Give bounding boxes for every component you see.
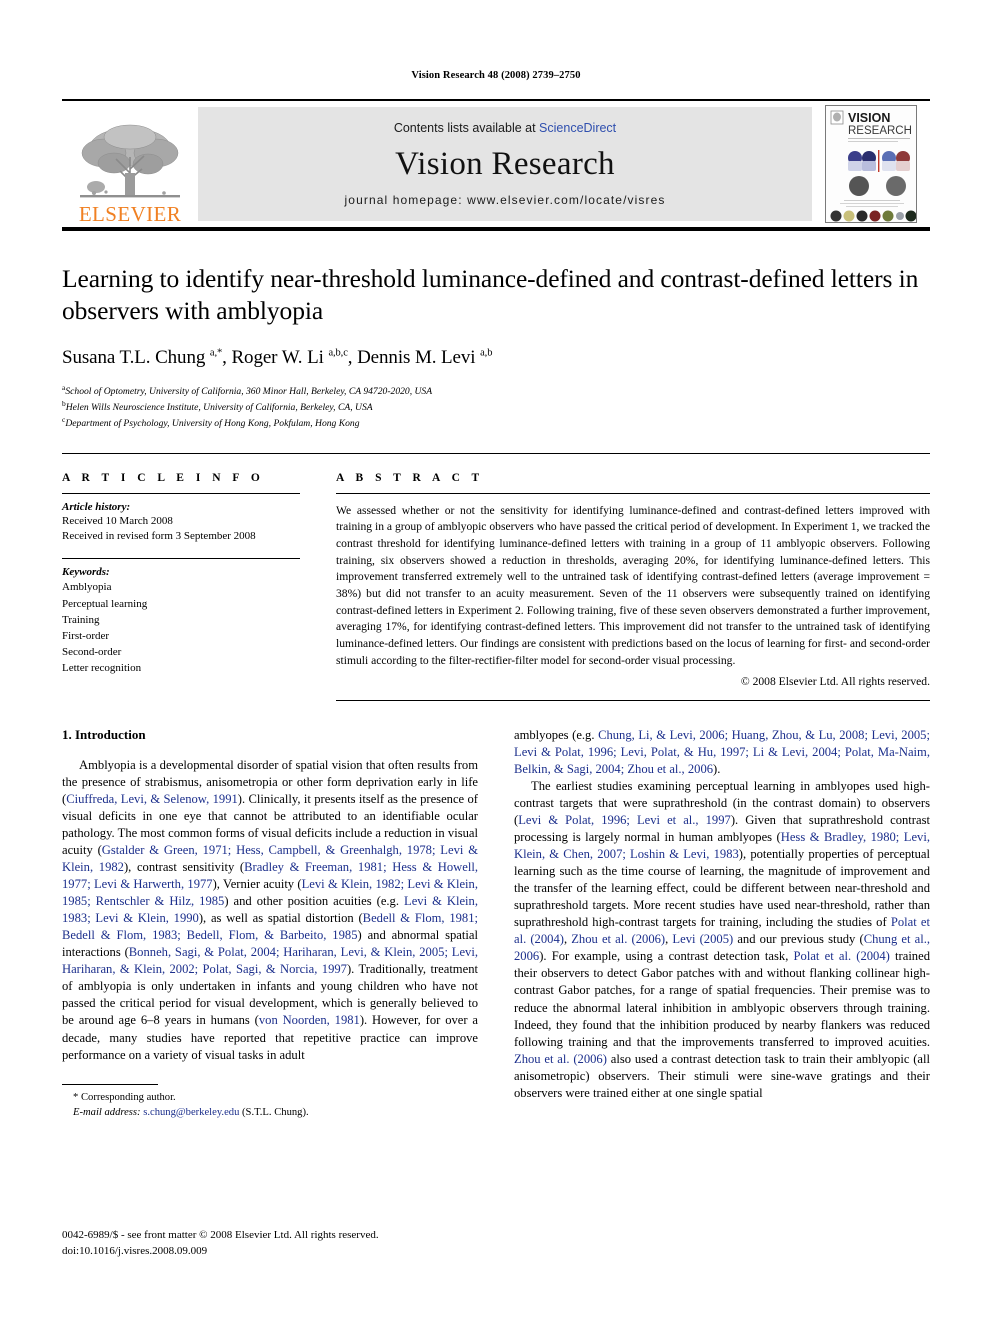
contents-prefix: Contents lists available at [393, 121, 540, 135]
article-history-line-2: Received in revised form 3 September 200… [62, 530, 256, 543]
intro-paragraph-right-2: The earliest studies examining perceptua… [514, 778, 931, 1100]
affiliation-a: aSchool of Optometry, University of Cali… [62, 383, 930, 399]
journal-cover-thumbnail: VISION RESEARCH [825, 105, 917, 223]
journal-banner: Contents lists available at ScienceDirec… [198, 107, 812, 221]
footnote-corresponding-text: Corresponding author. [80, 1091, 176, 1103]
section-heading-introduction: 1. Introduction [62, 726, 146, 742]
journal-cover-thumbnail-wrap: VISION RESEARCH [812, 101, 930, 227]
abstract-bottom-divider [336, 699, 930, 701]
article-history-line-1: Received 10 March 2008 [62, 514, 173, 527]
issn-line: 0042-6989/$ - see front matter © 2008 El… [62, 1229, 379, 1241]
issn-copyright-block: 0042-6989/$ - see front matter © 2008 El… [62, 1228, 379, 1259]
page-title: Learning to identify near-threshold lumi… [62, 264, 919, 326]
article-info-heading: A R T I C L E I N F O [62, 471, 265, 484]
abstract-text: We assessed whether or not the sensitivi… [336, 503, 930, 667]
keywords-group: Keywords: Amblyopia Perceptual learning … [62, 559, 300, 690]
elsevier-tree-icon [80, 124, 180, 198]
keyword-item: Amblyopia [62, 581, 112, 594]
affiliation-list: aSchool of Optometry, University of Cali… [62, 383, 930, 430]
footnote-block: * Corresponding author. E-mail address: … [62, 1083, 478, 1121]
footnote-email-label: E-mail address: [73, 1107, 141, 1118]
affiliation-text-b: Helen Wills Neuroscience Institute, Univ… [65, 402, 373, 414]
affiliation-text-a: School of Optometry, University of Calif… [65, 386, 433, 398]
abstract-copyright: © 2008 Elsevier Ltd. All rights reserved… [740, 674, 930, 688]
title-block: Learning to identify near-threshold lumi… [62, 231, 930, 454]
body-column-right: amblyopes (e.g. Chung, Li, & Levi, 2006;… [514, 727, 930, 1121]
keyword-item: First-order [62, 629, 110, 642]
keyword-item: Second-order [62, 646, 122, 659]
contents-available-line: Contents lists available at ScienceDirec… [394, 121, 616, 135]
keyword-item: Training [62, 613, 100, 626]
footnote-email-suffix: (S.T.L. Chung). [242, 1107, 309, 1118]
journal-masthead: ELSEVIER Contents lists available at Sci… [62, 99, 930, 231]
elsevier-logo: ELSEVIER [62, 101, 198, 227]
affiliation-c: cDepartment of Psychology, University of… [62, 415, 930, 431]
keywords-label: Keywords: [62, 566, 110, 579]
elsevier-wordmark: ELSEVIER [78, 202, 182, 226]
footnote-corresponding-author: * Corresponding author. [62, 1090, 478, 1105]
intro-paragraph-right-continuation: amblyopes (e.g. Chung, Li, & Levi, 2006;… [514, 727, 930, 776]
doi-line: doi:10.1016/j.visres.2008.09.009 [62, 1244, 208, 1257]
article-history-label: Article history: [62, 500, 131, 513]
footnote-marker: * [73, 1091, 79, 1103]
article-history-group: Article history: Received 10 March 2008 … [62, 494, 300, 559]
journal-article-page: Vision Research 48 (2008) 2739–2750 ELSE… [0, 0, 992, 1323]
body-column-left: 1. Introduction Amblyopia is a developme… [62, 727, 478, 1121]
keyword-item: Perceptual learning [62, 597, 148, 610]
running-head: Vision Research 48 (2008) 2739–2750 [411, 70, 581, 81]
affiliation-b: bHelen Wills Neuroscience Institute, Uni… [62, 399, 930, 415]
svg-text:VISION: VISION [848, 111, 890, 125]
info-abstract-row: A R T I C L E I N F O Article history: R… [62, 454, 930, 701]
footnote-email-address[interactable]: s.chung@berkeley.edu [143, 1107, 239, 1118]
intro-paragraph-left: Amblyopia is a developmental disorder of… [62, 757, 479, 1062]
sciencedirect-link[interactable]: ScienceDirect [539, 121, 616, 135]
abstract-column: A B S T R A C T We assessed whether or n… [336, 472, 930, 701]
keyword-item: Letter recognition [62, 662, 142, 675]
footnote-email-line: E-mail address: s.chung@berkeley.edu (S.… [62, 1105, 478, 1120]
journal-homepage-link[interactable]: journal homepage: www.elsevier.com/locat… [345, 193, 666, 207]
journal-title: Vision Research [395, 145, 615, 182]
abstract-heading: A B S T R A C T [336, 471, 484, 484]
article-info-column: A R T I C L E I N F O Article history: R… [62, 472, 300, 701]
author-list: Susana T.L. Chung a,*, Roger W. Li a,b,c… [62, 347, 493, 369]
body-columns: 1. Introduction Amblyopia is a developme… [62, 701, 930, 1121]
cover-artwork-icon: VISION RESEARCH [826, 106, 916, 222]
svg-text:RESEARCH: RESEARCH [848, 125, 912, 137]
affiliation-text-c: Department of Psychology, University of … [65, 418, 360, 430]
